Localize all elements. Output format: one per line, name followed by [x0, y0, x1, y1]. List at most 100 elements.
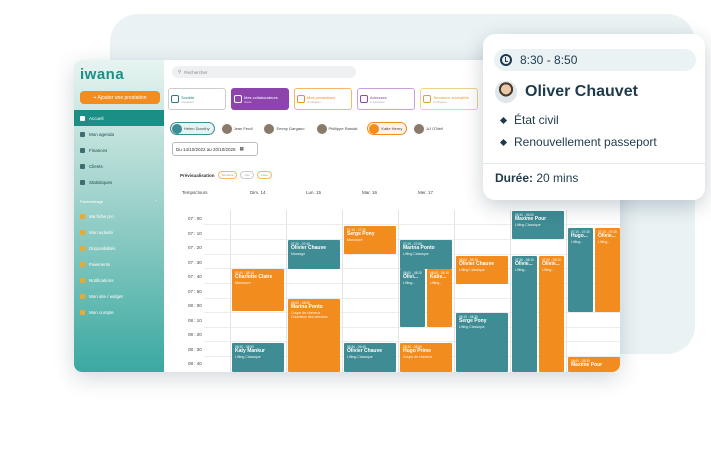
time-label: 07 : 30 — [188, 260, 202, 265]
availability-icon — [80, 245, 85, 251]
team-icon — [234, 95, 242, 103]
day-header: Mar. 16 — [362, 190, 378, 195]
appointment-card[interactable]: 08:30 - 08:50 Katy Mankur Lifting Classiqu… — [232, 343, 284, 372]
collaborator-chip[interactable]: AJ O'Neil — [412, 122, 448, 135]
calendar-icon: ▦ — [239, 146, 244, 151]
tile-tendance[interactable]: Tendance souhaitée Configurer — [420, 88, 478, 110]
popup-client: Oliver Chauvet — [495, 81, 638, 103]
appointment-card[interactable]: 08:00 - 08:10 Katie... Lifting... — [427, 269, 452, 327]
sidebar-item-agenda[interactable]: Mon agenda — [74, 126, 164, 142]
appointment-card[interactable]: 07:10 - 07:30 Hugo... Lifting... — [568, 228, 593, 312]
view-day-pill[interactable]: Jour — [240, 171, 255, 179]
tile-adresses[interactable]: Adresses 2 adresses — [357, 88, 415, 110]
time-label: 08 : 00 — [188, 303, 202, 308]
avatar — [316, 123, 327, 134]
appointment-card[interactable]: 08:00 - 08:10 Olivier Chauve Lifting Class… — [456, 256, 508, 284]
tile-collaborateurs[interactable]: Mes collaborateurs Gérer — [231, 88, 289, 110]
day-header: Lun. 15 — [306, 190, 322, 195]
grid-line — [342, 210, 343, 372]
sidebar-item-finances[interactable]: Finances — [74, 142, 164, 158]
calendar-corner-label: Temps/Jours — [182, 190, 208, 195]
sidebar-item-clients[interactable]: Clients — [74, 158, 164, 174]
chevron-up-icon: ⌃ — [154, 198, 158, 204]
collaborator-chip[interactable]: Helen Dorothy — [170, 122, 215, 135]
sidebar-item-disponibilites[interactable]: Disponibilités — [74, 240, 164, 256]
view-list-pill[interactable]: Liste — [257, 171, 272, 179]
collaborator-chip[interactable]: Emmy Gargano — [262, 122, 309, 135]
grid-line — [510, 210, 511, 372]
popup-service-item: État civil — [501, 113, 559, 127]
sidebar-section-parametrage[interactable]: Paramétrage ⌃ — [74, 194, 164, 208]
avatar — [264, 123, 275, 134]
day-header: Mer. 17 — [418, 190, 434, 195]
app-logo: iwana — [80, 66, 125, 83]
sidebar-item-accueil[interactable]: Accueil — [74, 110, 164, 126]
popup-service-item: Renouvellement passeport — [501, 135, 657, 149]
payment-icon — [80, 261, 85, 267]
preview-bar: Prévisualisation Semaine Jour Liste — [180, 171, 272, 179]
view-week-pill[interactable]: Semaine — [217, 171, 238, 179]
grid-line — [454, 210, 455, 372]
time-label: 07 : 20 — [188, 245, 202, 250]
grid-line — [230, 210, 231, 372]
date-range-picker[interactable]: Du 14/10/2022 au 20/10/2025 ▦ — [172, 142, 258, 156]
appointment-card[interactable]: 08:30 - 08:50 Hugo Prime Coupe de cheveux — [400, 343, 452, 372]
sidebar-item-activite[interactable]: Mon activité — [74, 224, 164, 240]
appointment-card[interactable]: 07:20 - 07:40 Olivier Chauve Massage — [288, 240, 340, 269]
sidebar: iwana + Ajouter une prestation Accueil M… — [74, 60, 164, 372]
activity-icon — [80, 229, 85, 235]
sidebar-item-fiche-pro[interactable]: Ma fiche pro — [74, 208, 164, 224]
time-label: 08 : 40 — [188, 361, 202, 366]
widget-icon — [80, 293, 85, 299]
appointment-card[interactable]: 08:00 - 08:30 Marina Ponto Coupe de cheveu… — [288, 299, 340, 372]
time-label: 07 : 10 — [188, 231, 202, 236]
time-label: 08 : 10 — [188, 318, 202, 323]
briefcase-icon — [297, 95, 305, 103]
appointment-card[interactable]: 07:10 - 07:30 Olivie... Lifting... — [595, 228, 620, 312]
clock-icon — [500, 54, 512, 66]
grid-line — [398, 210, 399, 372]
globe-icon — [360, 95, 368, 103]
time-label: 07 : 00 — [188, 216, 202, 221]
tile-societe[interactable]: Société Visualiser — [168, 88, 226, 110]
sidebar-item-paiements[interactable]: Paiements — [74, 256, 164, 272]
appointment-card[interactable]: 07:30 - 08:10 Olivie... Lifting... — [539, 256, 564, 372]
home-icon — [80, 115, 85, 121]
appointment-popup: 8:30 - 8:50 Oliver Chauvet État civil Re… — [483, 34, 705, 200]
popup-duration: Durée: 20 mins — [495, 171, 579, 185]
collaborator-filter: Helen Dorothy Jean Ferdi Emmy Gargano Ph… — [170, 122, 448, 135]
add-prestation-button[interactable]: + Ajouter une prestation — [80, 91, 160, 104]
appointment-card[interactable]: 08:10 - 08:30 Serge Pony Lifting Classique — [456, 313, 508, 372]
popup-time: 8:30 - 8:50 — [494, 49, 696, 71]
sidebar-item-notifications[interactable]: Notifications — [74, 272, 164, 288]
tile-prestations[interactable]: Mes prestations Configurer — [294, 88, 352, 110]
appointment-card[interactable]: 06:30 - 06:50 Maxime Pour Lifting Classiqu… — [512, 211, 564, 239]
tendance-icon — [423, 95, 431, 103]
appointment-card[interactable]: 07:20 - 07:50 Marina Ponto Lifting Classiq… — [400, 240, 452, 269]
appointment-card[interactable]: 07:30 - 08:10 Olivie... Lifting... — [512, 256, 537, 372]
sidebar-item-site-widget[interactable]: Mon site / widget — [74, 288, 164, 304]
avatar — [414, 123, 425, 134]
time-label: 07 : 50 — [188, 289, 202, 294]
appointment-card[interactable]: 08:00 - 08:30 Maxime Pour — [568, 357, 620, 372]
finance-icon — [80, 147, 85, 153]
appointment-card[interactable]: 08:30 - 05:40 Olivier Chauve Lifting Class… — [344, 343, 396, 372]
quick-tiles: Société Visualiser Mes collaborateurs Gére… — [168, 88, 478, 110]
preview-label: Prévisualisation — [180, 172, 215, 178]
collaborator-chip[interactable]: Phillippe Randal — [315, 122, 363, 135]
calendar-icon — [80, 131, 85, 137]
avatar — [369, 123, 380, 134]
sidebar-item-compte[interactable]: Mon compte — [74, 304, 164, 320]
appointment-card[interactable]: 07:40 - 08:10 Charlotte Claire Manucure — [232, 269, 284, 311]
avatar — [172, 123, 182, 134]
collaborator-chip[interactable]: Katie Henry — [367, 122, 408, 135]
sidebar-item-statistiques[interactable]: Statistiques — [74, 174, 164, 190]
profile-icon — [80, 213, 85, 219]
bell-icon — [80, 277, 85, 283]
appointment-card[interactable]: 07:10 - 07:30 Serge Pony Manucure — [344, 226, 396, 254]
chart-icon — [80, 179, 85, 185]
grid-line — [566, 210, 567, 372]
search-input[interactable]: ⚲ Rechercher — [172, 66, 356, 78]
appointment-card[interactable]: 08:00 - 08:20 Olivi... Lifting... — [400, 269, 425, 327]
collaborator-chip[interactable]: Jean Ferdi — [220, 122, 258, 135]
